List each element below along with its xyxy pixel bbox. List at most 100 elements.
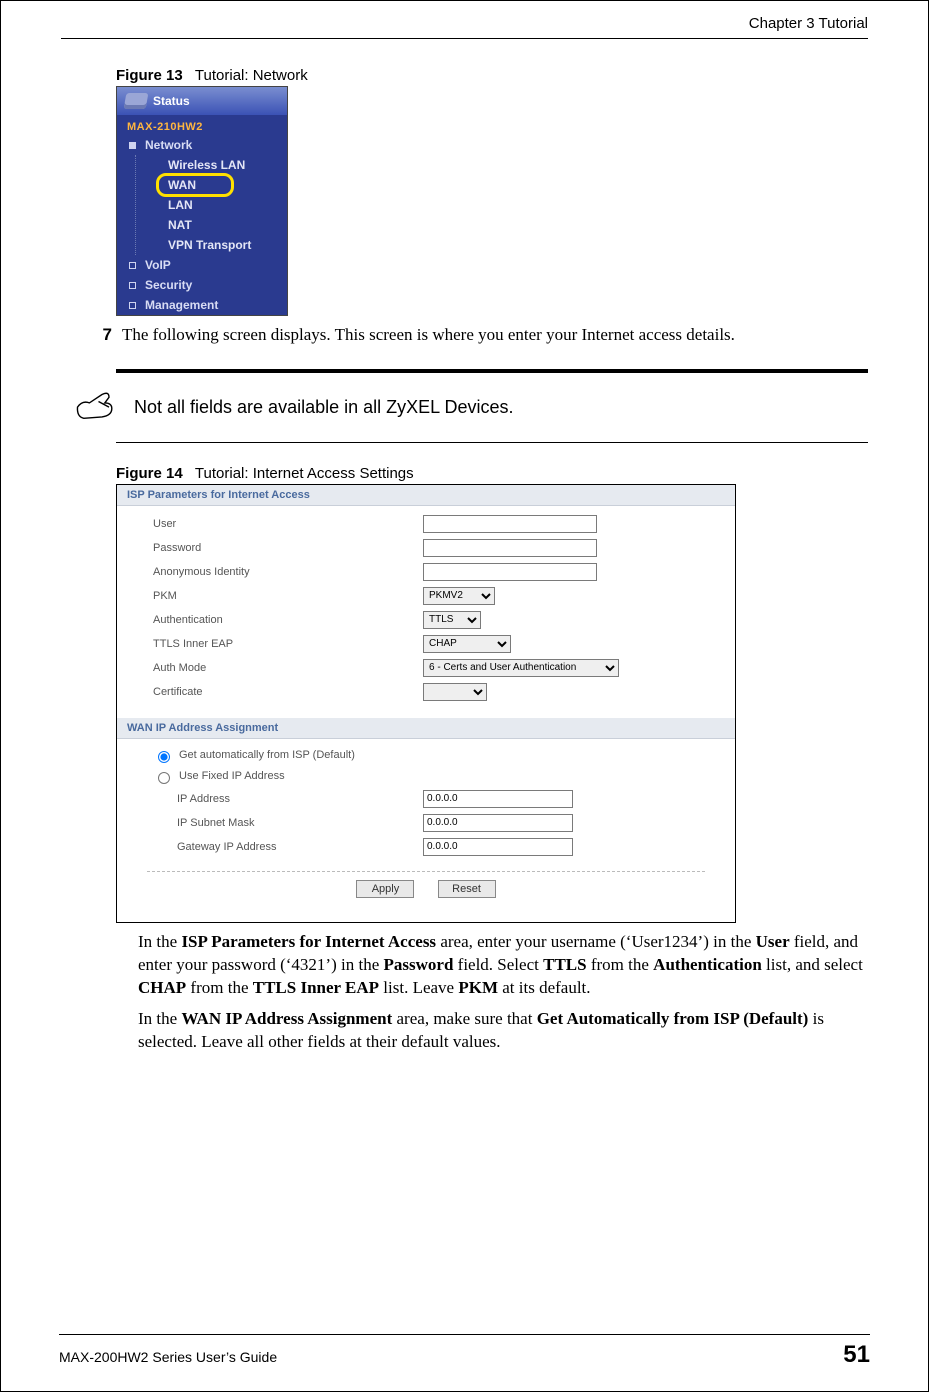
apply-button[interactable]: Apply [356,880,414,898]
b: PKM [458,978,498,997]
b: WAN IP Address Assignment [181,1009,392,1028]
select-cert[interactable] [423,683,487,701]
label-cert: Certificate [153,686,423,698]
select-auth[interactable]: TTLS [423,611,481,629]
input-gateway[interactable] [423,838,573,856]
radio-get-auto[interactable] [158,751,170,763]
nav-wan-label: WAN [168,178,196,192]
page-content: Figure 13 Tutorial: Network Status MAX-2… [1,39,928,1054]
row-anon: Anonymous Identity [117,560,735,584]
page-footer: MAX-200HW2 Series User’s Guide 51 [1,1334,928,1369]
figure-13-navpanel: Status MAX-210HW2 Network Wireless LAN W… [116,86,288,316]
t: area, enter your username (‘User1234’) i… [436,932,756,951]
footer-row: MAX-200HW2 Series User’s Guide 51 [59,1341,870,1369]
paragraph-wan: In the WAN IP Address Assignment area, m… [138,1008,868,1054]
step-7-number: 7 [94,324,112,347]
row-use-fixed: Use Fixed IP Address [117,766,735,787]
row-subnet: IP Subnet Mask [117,811,735,835]
row-ip-addr: IP Address [117,787,735,811]
b: User [756,932,790,951]
select-pkm[interactable]: PKMV2 [423,587,495,605]
note-body: Not all fields are available in all ZyXE… [56,373,868,442]
nav-nat[interactable]: NAT [168,215,287,235]
paragraph-isp: In the ISP Parameters for Internet Acces… [138,931,868,1000]
row-pkm: PKM PKMV2 [117,584,735,608]
footer-guide-title: MAX-200HW2 Series User’s Guide [59,1349,277,1365]
input-anon[interactable] [423,563,597,581]
wan-section-body: Get automatically from ISP (Default) Use… [117,739,735,922]
step-7-text: The following screen displays. This scre… [122,324,735,347]
nav-vpn[interactable]: VPN Transport [168,235,287,255]
nav-lan[interactable]: LAN [168,195,287,215]
expand-icon [129,282,136,289]
nav-management-label: Management [145,298,218,312]
nav-management[interactable]: Management [117,295,287,315]
note-block: Not all fields are available in all ZyXE… [56,369,868,443]
radio-use-fixed[interactable] [158,772,170,784]
t: from the [186,978,253,997]
nav-vpn-label: VPN Transport [168,238,251,252]
footer-page-number: 51 [843,1341,870,1369]
label-pkm: PKM [153,590,423,602]
nav-wireless-lan[interactable]: Wireless LAN [168,155,287,175]
label-auth-mode: Auth Mode [153,662,423,674]
row-get-auto: Get automatically from ISP (Default) [117,745,735,766]
row-password: Password [117,536,735,560]
label-password: Password [153,542,423,554]
nav-security-label: Security [145,278,192,292]
device-name: MAX-210HW2 [117,115,287,135]
nav-network-label: Network [145,138,192,152]
status-label: Status [153,94,190,108]
t: from the [587,955,654,974]
nav-lan-label: LAN [168,198,193,212]
label-use-fixed: Use Fixed IP Address [179,770,285,782]
input-user[interactable] [423,515,597,533]
status-block[interactable]: Status [117,87,287,115]
input-password[interactable] [423,539,597,557]
input-subnet[interactable] [423,814,573,832]
nav-nat-label: NAT [168,218,192,232]
figure-14-title: Tutorial: Internet Access Settings [195,465,414,482]
status-icon [124,93,149,109]
nav-voip[interactable]: VoIP [117,255,287,275]
t: In the [138,932,181,951]
label-ttls-inner: TTLS Inner EAP [153,638,423,650]
nav-wan[interactable]: WAN [168,175,287,195]
page-header: Chapter 3 Tutorial [1,1,928,36]
isp-section-body: User Password Anonymous Identity PKM PKM… [117,506,735,718]
note-rule-bottom [116,442,868,443]
row-auth-mode: Auth Mode 6 - Certs and User Authenticat… [117,656,735,680]
figure-13-label: Figure 13 [116,67,183,84]
b: Get Automatically from ISP (Default) [537,1009,809,1028]
b: TTLS [543,955,586,974]
label-auth: Authentication [153,614,423,626]
nav-network-sub: Wireless LAN WAN LAN NAT VPN Transport [135,155,287,255]
figure-13-caption: Figure 13 Tutorial: Network [116,67,868,84]
nav-voip-label: VoIP [145,258,171,272]
note-hand-icon [74,387,116,428]
label-user: User [153,518,423,530]
label-ip-addr: IP Address [177,793,423,805]
b: Authentication [653,955,762,974]
t: list. Leave [379,978,458,997]
page: Chapter 3 Tutorial Figure 13 Tutorial: N… [0,0,929,1392]
b: TTLS Inner EAP [253,978,379,997]
expand-icon [129,142,136,149]
nav-network[interactable]: Network [117,135,287,155]
row-gateway: Gateway IP Address [117,835,735,859]
reset-button[interactable]: Reset [438,880,496,898]
input-ip-addr[interactable] [423,790,573,808]
b: ISP Parameters for Internet Access [181,932,436,951]
nav-wlan-label: Wireless LAN [168,158,245,172]
row-ttls-inner: TTLS Inner EAP CHAP [117,632,735,656]
select-auth-mode[interactable]: 6 - Certs and User Authentication [423,659,619,677]
row-auth: Authentication TTLS [117,608,735,632]
label-subnet: IP Subnet Mask [177,817,423,829]
b: CHAP [138,978,186,997]
nav-security[interactable]: Security [117,275,287,295]
select-ttls-inner[interactable]: CHAP [423,635,511,653]
label-anon: Anonymous Identity [153,566,423,578]
wan-section-header: WAN IP Address Assignment [117,718,735,739]
isp-section-header: ISP Parameters for Internet Access [117,485,735,506]
row-user: User [117,512,735,536]
